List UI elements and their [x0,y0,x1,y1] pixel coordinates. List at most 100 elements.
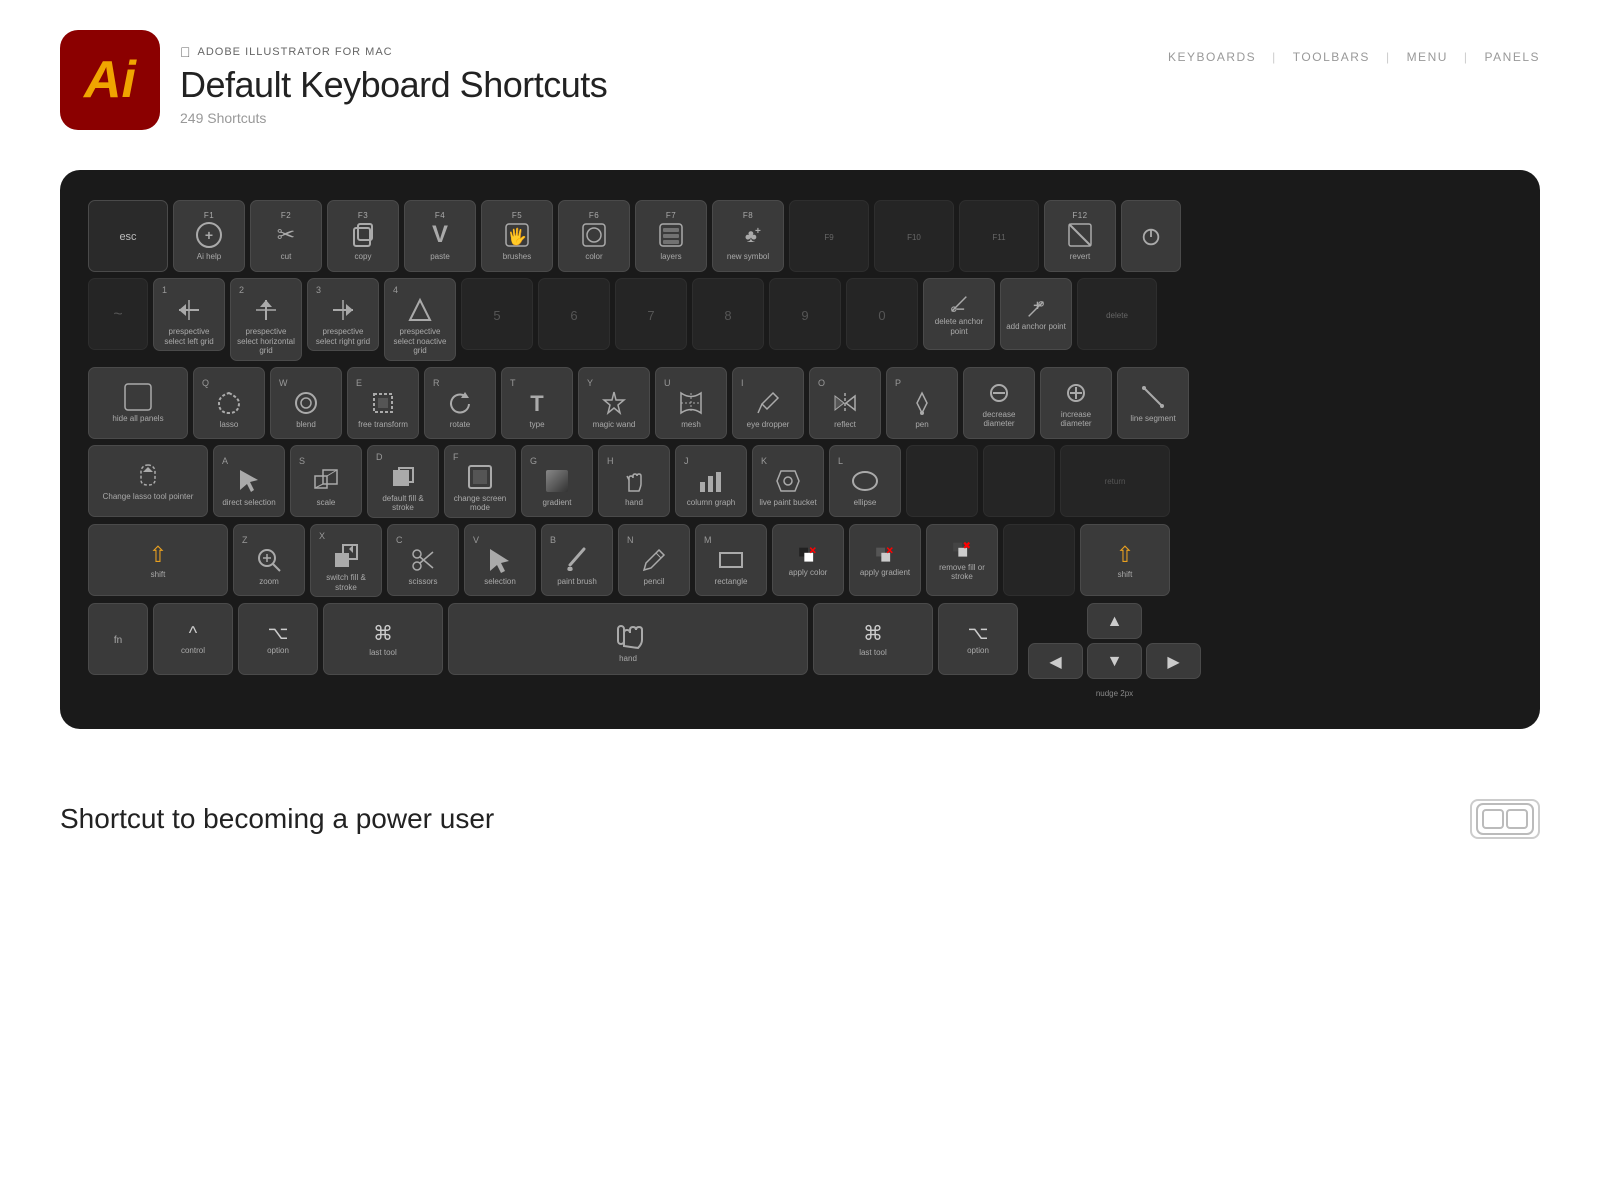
power-icon [1140,226,1162,248]
key-c[interactable]: C scissors [387,524,459,596]
key-tilde[interactable]: ~ [88,278,148,350]
key-f6[interactable]: F6 color [558,200,630,272]
key-equals[interactable]: add anchor point [1000,278,1072,350]
brand-logo [1470,799,1540,839]
key-f7[interactable]: F7 layers [635,200,707,272]
key-f12[interactable]: F12 revert [1044,200,1116,272]
key-l[interactable]: L ellipse [829,445,901,517]
key-shift-left[interactable]: ⇧ shift [88,524,228,596]
key-slash[interactable]: remove fill or stroke [926,524,998,596]
key-g[interactable]: G gradient [521,445,593,517]
key-delete[interactable]: delete [1077,278,1157,350]
key-9[interactable]: 9 [769,278,841,350]
key-m[interactable]: M rectangle [695,524,767,596]
key-empty1 [1003,524,1075,596]
key-v[interactable]: V selection [464,524,536,596]
key-fn[interactable]: fn [88,603,148,675]
f12-label: revert [1070,252,1090,262]
key-2[interactable]: 2 prespective select horizontal grid [230,278,302,361]
bottom-key-row: fn ^ control ⌥ option ⌘ last tool hand [88,603,1512,701]
apple-logo-icon:  [180,44,192,60]
option-right-icon: ⌥ [968,623,989,644]
keyi-letter: I [741,378,744,388]
arrow-bottom-row: ◀ ▼ ▶ [1028,643,1201,679]
key-comma[interactable]: apply color [772,524,844,596]
key-return[interactable]: return [1060,445,1170,517]
key-r[interactable]: R rotate [424,367,496,439]
key-w[interactable]: W blend [270,367,342,439]
key-k[interactable]: K live paint bucket [752,445,824,517]
key-3[interactable]: 3 prespective select right grid [307,278,379,351]
key-arrow-left[interactable]: ◀ [1028,643,1083,679]
key-f4[interactable]: F4 V paste [404,200,476,272]
key-f8[interactable]: F8 ♣+ new symbol [712,200,784,272]
key-cmd-right[interactable]: ⌘ last tool [813,603,933,675]
key-u[interactable]: U mesh [655,367,727,439]
key-f9[interactable]: F9 [789,200,869,272]
key-1[interactable]: 1 prespective select left grid [153,278,225,351]
nav-panels[interactable]: PANELS [1485,50,1540,64]
nav-keyboards[interactable]: KEYBOARDS [1168,50,1256,64]
key-f2[interactable]: F2 ✂ cut [250,200,322,272]
key-4[interactable]: 4 prespective select noactive grid [384,278,456,361]
key-arrow-right[interactable]: ▶ [1146,643,1201,679]
key-capslock[interactable]: Change lasso tool pointer [88,445,208,517]
key-6[interactable]: 6 [538,278,610,350]
key-period[interactable]: apply gradient [849,524,921,596]
key-bracketl[interactable]: decrease diameter [963,367,1035,439]
key-f[interactable]: F change screen mode [444,445,516,518]
nav-sep2: | [1386,50,1391,64]
nav-menu[interactable]: MENU [1407,50,1448,64]
key-bracketr[interactable]: increase diameter [1040,367,1112,439]
key-b[interactable]: B paint brush [541,524,613,596]
key-x[interactable]: X switch fill & stroke [310,524,382,597]
copy-icon [348,220,378,250]
removefill-icon [951,539,973,561]
key-a[interactable]: A direct selection [213,445,285,517]
key-q[interactable]: Q lasso [193,367,265,439]
key-y[interactable]: Y magic wand [578,367,650,439]
key-minus[interactable]: delete anchor point [923,278,995,350]
nudge-label: nudge 2px [1096,689,1133,698]
key-space[interactable]: hand [448,603,808,675]
key-f11[interactable]: F11 [959,200,1039,272]
nav-toolbars[interactable]: TOOLBARS [1293,50,1370,64]
key-7[interactable]: 7 [615,278,687,350]
key-o[interactable]: O reflect [809,367,881,439]
key-esc[interactable]: esc [88,200,168,272]
key-f3[interactable]: F3 copy [327,200,399,272]
fn-label: fn [114,635,122,647]
key-quote[interactable] [983,445,1055,517]
key-shift-right[interactable]: ⇧ shift [1080,524,1170,596]
keye-letter: E [356,378,363,388]
key-e[interactable]: E free transform [347,367,419,439]
key-0[interactable]: 0 [846,278,918,350]
key-8[interactable]: 8 [692,278,764,350]
key-power[interactable] [1121,200,1181,272]
key-f5[interactable]: F5 🖐 brushes [481,200,553,272]
key-j[interactable]: J column graph [675,445,747,517]
key-p[interactable]: P pen [886,367,958,439]
key-z[interactable]: Z zoom [233,524,305,596]
key-t[interactable]: T T type [501,367,573,439]
key-option-left[interactable]: ⌥ option [238,603,318,675]
key-i[interactable]: I eye dropper [732,367,804,439]
space-hand-icon [610,616,646,652]
key-cmd-left[interactable]: ⌘ last tool [323,603,443,675]
key-tab[interactable]: hide all panels [88,367,188,439]
key-semi[interactable] [906,445,978,517]
key-n[interactable]: N pencil [618,524,690,596]
key-f1[interactable]: F1 + Ai help [173,200,245,272]
key-arrow-down[interactable]: ▼ [1087,643,1142,679]
key-option-right[interactable]: ⌥ option [938,603,1018,675]
key-d[interactable]: D default fill & stroke [367,445,439,518]
key-s[interactable]: S scale [290,445,362,517]
return-label: return [1105,477,1126,487]
key-backslash[interactable]: line segment [1117,367,1189,439]
key-h[interactable]: H hand [598,445,670,517]
key-5[interactable]: 5 [461,278,533,350]
key-f10[interactable]: F10 [874,200,954,272]
key-control[interactable]: ^ control [153,603,233,675]
keyn-letter: N [627,535,634,545]
key-arrow-up[interactable]: ▲ [1087,603,1142,639]
